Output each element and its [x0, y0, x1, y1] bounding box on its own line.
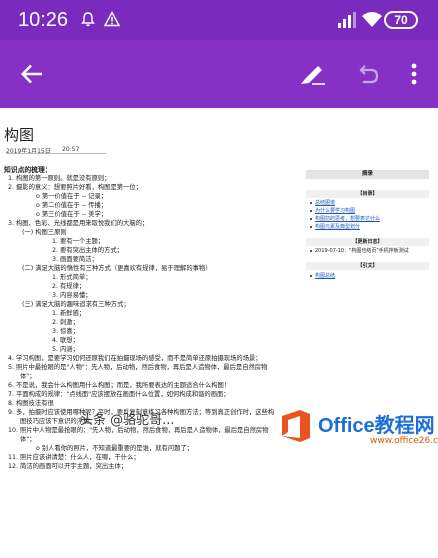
draw-button[interactable]: [293, 52, 333, 96]
undo-icon: [359, 65, 379, 84]
sidebar-link[interactable]: 构图元素及典型划分: [310, 224, 360, 231]
sidebar-log-entry: 2019-07-10："构图也结页"手机拌板测试: [310, 248, 409, 255]
undo-button[interactable]: [348, 52, 388, 96]
watermark-caption: 头条 @骆驼哥...: [80, 413, 175, 428]
notification-bell-icon: [81, 12, 95, 27]
note-line: 12. 简洁的画面可以开宇主题，突出主体；: [8, 463, 128, 470]
more-vertical-icon: [411, 63, 417, 85]
sidebar-section-title: 【目录】: [306, 190, 429, 198]
note-line: 知识点的梳理：: [4, 166, 52, 174]
note-line: o 第一价值在于 -- 记录；: [36, 193, 108, 200]
note-line: 5. 照片中最抢眼的是"人物"：先人物，后动物，然后食物，再后是人造物体，最后是…: [8, 364, 268, 371]
note-line: 体"；: [20, 373, 36, 380]
sidebar-link[interactable]: 为什么要学习构图: [310, 208, 355, 215]
note-line: 2. 要有突出主体的方式；: [52, 247, 123, 254]
sidebar-link[interactable]: 构图前的思考，想要表达什么: [310, 216, 380, 223]
wifi-icon: [362, 12, 382, 27]
note-line: 7. 平面构成的规律："点线面"应该摆放在画面什么位置，如何构成和谐的画面；: [8, 391, 230, 398]
note-line: 4. 联想；: [52, 337, 79, 344]
note-line: 1. 要有一个主题；: [52, 238, 105, 245]
note-line: 3. 内容易懂；: [52, 292, 92, 299]
note-line: 体"；: [20, 436, 36, 443]
pen-icon: [301, 66, 325, 85]
watermark-url: www.office26.com: [370, 436, 438, 446]
note-line: (一) 构图三原则: [22, 229, 67, 236]
signal-icon: [338, 12, 356, 28]
note-line: 2. 刺激；: [52, 319, 79, 326]
excerpt-sidebar: 摘录 【目录】 总结图谱 为什么要学习构图 构图前的思考，想要表达什么 构图元素…: [306, 170, 429, 302]
sidebar-section-title: 【更新日志】: [306, 238, 429, 246]
more-options-button[interactable]: [400, 52, 428, 96]
watermark-brand: Office教程网: [318, 415, 435, 437]
note-time: 20:57: [62, 146, 80, 153]
note-line: 2. 摄影的意义：想要照片好看，构图是第一位；: [8, 184, 142, 191]
note-line: 3. 惊喜；: [52, 328, 79, 335]
watermark: Office教程网 www.office26.com: [270, 405, 438, 450]
note-line: 11. 照片应该讲清楚：什么人，在哪，干什么；: [8, 454, 140, 461]
warning-icon: [104, 11, 120, 27]
app-toolbar: [0, 40, 438, 108]
note-line: 1. 构图的第一原则。就是没有原则；: [8, 175, 111, 182]
sidebar-link[interactable]: 总结图谱: [310, 200, 335, 207]
note-line: o 别人看你的照片，不知道最重要的是谁，就有问题了；: [36, 445, 193, 452]
battery-indicator: 70: [384, 11, 418, 29]
note-line: 8. 构图技法有很: [8, 400, 54, 407]
page-title[interactable]: 构图: [4, 124, 34, 145]
note-line: 6. 不是说，我会什么构图用什么构图；而是，我所要表达的主题适合什么构图！: [8, 382, 231, 389]
back-button[interactable]: [10, 52, 54, 96]
note-line: 2. 有规律；: [52, 283, 86, 290]
sidebar-header: 摘录: [306, 170, 429, 179]
note-line: 1. 形式简单；: [52, 274, 92, 281]
note-content[interactable]: 构图 2019年1月15日 20:57 知识点的梳理： 1. 构图的第一原则。就是…: [0, 108, 438, 558]
note-line: 3. 画面要简洁；: [52, 256, 98, 263]
note-line: 4. 学习构图，是要学习如何还原我们在拍摄现场的感受，而不是简单还原拍摄现场的场…: [8, 355, 262, 362]
note-line: (三) 满足大脑的趣味追求有三种方式；: [22, 301, 130, 308]
sidebar-link[interactable]: 构图总结: [310, 273, 335, 280]
date-divider: [6, 153, 106, 154]
note-line: o 第二价值在于 -- 传播；: [36, 202, 108, 209]
note-line: (二) 满足大脑的惰性有三种方式（更喜欢有规律，易于理解的事物）: [22, 265, 212, 272]
office-logo-icon: [282, 410, 310, 442]
status-bar: 10:26 70: [0, 0, 438, 40]
arrow-left-icon: [21, 64, 42, 84]
status-time: 10:26: [18, 9, 69, 31]
note-line: o 第三价值在于 -- 美学；: [36, 211, 108, 218]
note-line: 5. 内涵；: [52, 346, 79, 353]
note-line: 3. 构图、色彩、光线都是用来取悦我们的大脑的；: [8, 220, 149, 227]
sidebar-section-title: 【引文】: [306, 262, 429, 270]
note-line: 1. 新鲜感；: [52, 310, 86, 317]
note-line: 10. 照片中人物是最抢眼的："先人物，后动物，然后食物，再后是人造物体，最后是…: [8, 427, 269, 434]
